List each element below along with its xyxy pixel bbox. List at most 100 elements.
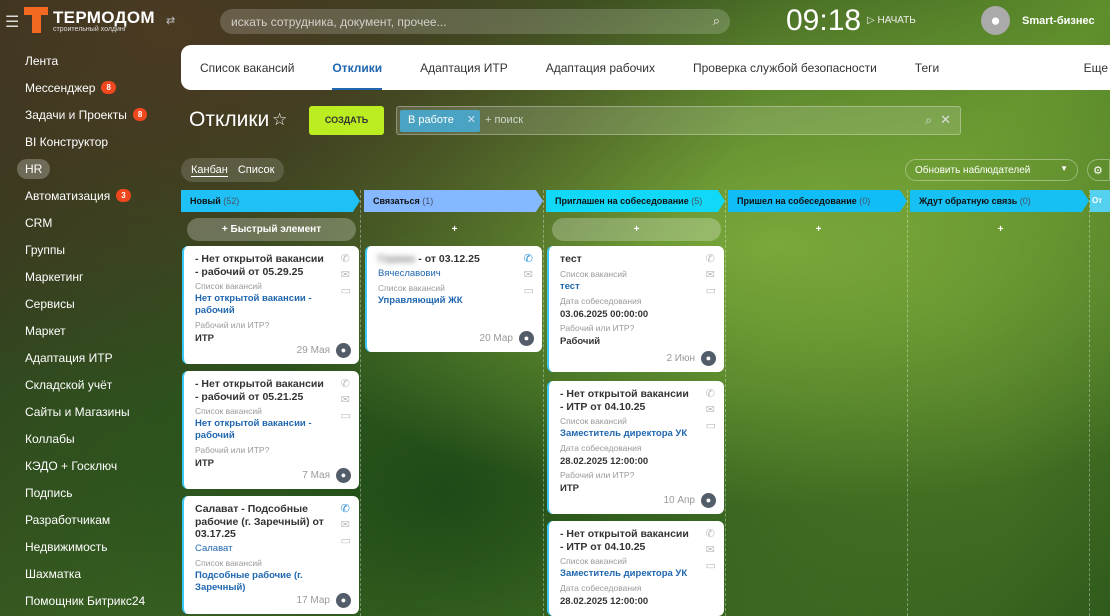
update-observers-button[interactable]: Обновить наблюдателей ▼ — [905, 159, 1078, 181]
tab[interactable]: Список вакансий — [181, 45, 313, 90]
worker-type: Рабочий — [560, 335, 601, 347]
view-kanban[interactable]: Канбан — [191, 164, 228, 177]
quick-add-button[interactable]: + Быстрый элемент — [187, 218, 356, 241]
user-avatar[interactable]: ● — [981, 6, 1010, 35]
robot-icon[interactable]: ⚙ — [1087, 159, 1110, 181]
sidebar-item[interactable]: HR — [0, 155, 175, 182]
clear-icon[interactable]: ✕ — [940, 112, 951, 128]
tab[interactable]: Адаптация рабочих — [527, 45, 674, 90]
card-title[interactable]: - Нет открытой вакансии - рабочий от 05.… — [195, 378, 325, 403]
kanban-card[interactable]: - Нет открытой вакансии - рабочий от 05.… — [182, 246, 359, 364]
sidebar-item[interactable]: Маркет — [0, 317, 175, 344]
phone-icon[interactable]: ✆ — [706, 387, 716, 400]
vacancy-link[interactable]: Заместитель директора УК — [560, 428, 690, 440]
sidebar-item[interactable]: BI Конструктор — [0, 128, 175, 155]
sidebar-item[interactable]: Подпись — [0, 479, 175, 506]
filter-chip[interactable]: В работе ✕ — [400, 110, 480, 132]
quick-add-button[interactable]: + — [734, 218, 903, 241]
chat-icon[interactable]: ▭ — [706, 559, 716, 572]
sidebar-item[interactable]: Задачи и Проекты 8 — [0, 101, 175, 128]
chat-icon[interactable]: ▭ — [341, 409, 351, 422]
vacancy-link[interactable]: Подсобные рабочие (г. Заречный) — [195, 570, 325, 594]
vacancy-link[interactable]: Управляющий ЖК — [378, 295, 508, 307]
mail-icon[interactable]: ✉ — [341, 518, 351, 531]
phone-icon[interactable]: ✆ — [706, 252, 716, 265]
kanban-card[interactable]: - Нет открытой вакансии - рабочий от 05.… — [182, 371, 359, 489]
card-title[interactable]: - Нет открытой вакансии - ИТР от 04.10.2… — [560, 388, 690, 413]
logo[interactable] — [24, 7, 48, 33]
star-icon[interactable]: ☆ — [272, 110, 287, 130]
sidebar-item[interactable]: Сайты и Магазины — [0, 398, 175, 425]
user-name[interactable]: Smart-бизнес — [1022, 15, 1095, 27]
kanban-column: Ждут обратную связь (0) + — [910, 190, 1090, 616]
chat-icon[interactable]: ▭ — [706, 284, 716, 297]
sidebar-item[interactable]: Складской учёт — [0, 371, 175, 398]
vacancy-link[interactable]: Нет открытой вакансии - рабочий — [195, 418, 325, 442]
contact-link[interactable]: Вячеславович — [378, 268, 508, 280]
chat-icon[interactable]: ▭ — [341, 534, 351, 547]
menu-icon[interactable]: ☰ — [5, 12, 19, 32]
quick-add-button[interactable]: + — [552, 218, 721, 241]
kanban-card[interactable]: - Нет открытой вакансии - ИТР от 04.10.2… — [547, 381, 724, 514]
close-icon[interactable]: ✕ — [467, 113, 476, 126]
sidebar-item[interactable]: Сервисы — [0, 290, 175, 317]
contact-link[interactable]: Салават — [195, 543, 325, 555]
view-list[interactable]: Список — [238, 164, 275, 176]
card-title[interactable]: Салават - Подсобные рабочие (г. Заречный… — [195, 503, 325, 541]
mail-icon[interactable]: ✉ — [524, 268, 534, 281]
card-title[interactable]: Герман - от 03.12.25 — [378, 253, 508, 266]
kanban-card[interactable]: Герман - от 03.12.25 Вячеславович Список в… — [365, 246, 542, 352]
sidebar-item[interactable]: CRM — [0, 209, 175, 236]
sidebar-item[interactable]: Маркетинг — [0, 263, 175, 290]
quick-add-button[interactable]: + — [916, 218, 1085, 241]
vacancy-link[interactable]: Заместитель директора УК — [560, 568, 690, 580]
tab[interactable]: Адаптация ИТР — [401, 45, 527, 90]
phone-icon[interactable]: ✆ — [341, 252, 351, 265]
mail-icon[interactable]: ✉ — [706, 268, 716, 281]
create-button[interactable]: СОЗДАТЬ — [309, 106, 384, 135]
sidebar-item[interactable]: Разработчикам — [0, 506, 175, 533]
sidebar-item[interactable]: Недвижимость — [0, 533, 175, 560]
tab[interactable]: Проверка службой безопасности — [674, 45, 896, 90]
mail-icon[interactable]: ✉ — [341, 268, 351, 281]
mail-icon[interactable]: ✉ — [706, 403, 716, 416]
kanban-card[interactable]: тест Список вакансий тест Дата собеседовани… — [547, 246, 724, 372]
phone-icon[interactable]: ✆ — [706, 527, 716, 540]
sidebar-item[interactable]: Автоматизация 3 — [0, 182, 175, 209]
tab[interactable]: Теги — [896, 45, 958, 90]
phone-icon[interactable]: ✆ — [524, 252, 534, 265]
chat-icon[interactable]: ▭ — [341, 284, 351, 297]
sidebar-item[interactable]: Шахматка — [0, 560, 175, 587]
vacancy-link[interactable]: Нет открытой вакансии - рабочий — [195, 293, 325, 317]
start-workday-button[interactable]: ▷ НАЧАТЬ — [867, 15, 916, 26]
sidebar-item[interactable]: КЭДО + Госключ — [0, 452, 175, 479]
search-input[interactable]: искать сотрудника, документ, прочее... ⌕ — [220, 9, 730, 34]
kanban-card[interactable]: - Нет открытой вакансии - ИТР от 04.10.2… — [547, 521, 724, 616]
card-title[interactable]: тест — [560, 253, 690, 266]
tab[interactable]: Еще — [1084, 45, 1110, 90]
card-title[interactable]: - Нет открытой вакансии - ИТР от 04.10.2… — [560, 528, 690, 553]
mail-icon[interactable]: ✉ — [706, 543, 716, 556]
search-icon[interactable]: ⌕ — [713, 13, 720, 29]
sidebar-item[interactable]: Помощник Битрикс24 — [0, 587, 175, 614]
filter-input[interactable]: + поиск — [485, 114, 523, 126]
vacancy-link[interactable]: тест — [560, 281, 690, 293]
phone-icon[interactable]: ✆ — [341, 377, 351, 390]
sidebar-item[interactable]: Лента — [0, 47, 175, 74]
kanban-card[interactable]: Салават - Подсобные рабочие (г. Заречный… — [182, 496, 359, 614]
tab[interactable]: Отклики — [313, 45, 401, 90]
sidebar-item[interactable]: Группы — [0, 236, 175, 263]
chat-icon[interactable]: ▭ — [524, 284, 534, 297]
card-title[interactable]: - Нет открытой вакансии - рабочий от 05.… — [195, 253, 325, 278]
chat-icon[interactable]: ▭ — [706, 419, 716, 432]
mail-icon[interactable]: ✉ — [341, 393, 351, 406]
chevron-down-icon[interactable]: ▼ — [1060, 164, 1068, 173]
filter-search[interactable]: В работе ✕ + поиск ⌕ ✕ — [396, 106, 961, 135]
sidebar-item[interactable]: Коллабы — [0, 425, 175, 452]
phone-icon[interactable]: ✆ — [341, 502, 351, 515]
search-icon[interactable]: ⌕ — [925, 113, 932, 128]
sidebar-item[interactable]: Мессенджер 8 — [0, 74, 175, 101]
sidebar-item[interactable]: Адаптация ИТР — [0, 344, 175, 371]
quick-add-button[interactable]: + — [370, 218, 539, 241]
settings-toggle-icon[interactable]: ⇄ — [166, 14, 175, 27]
